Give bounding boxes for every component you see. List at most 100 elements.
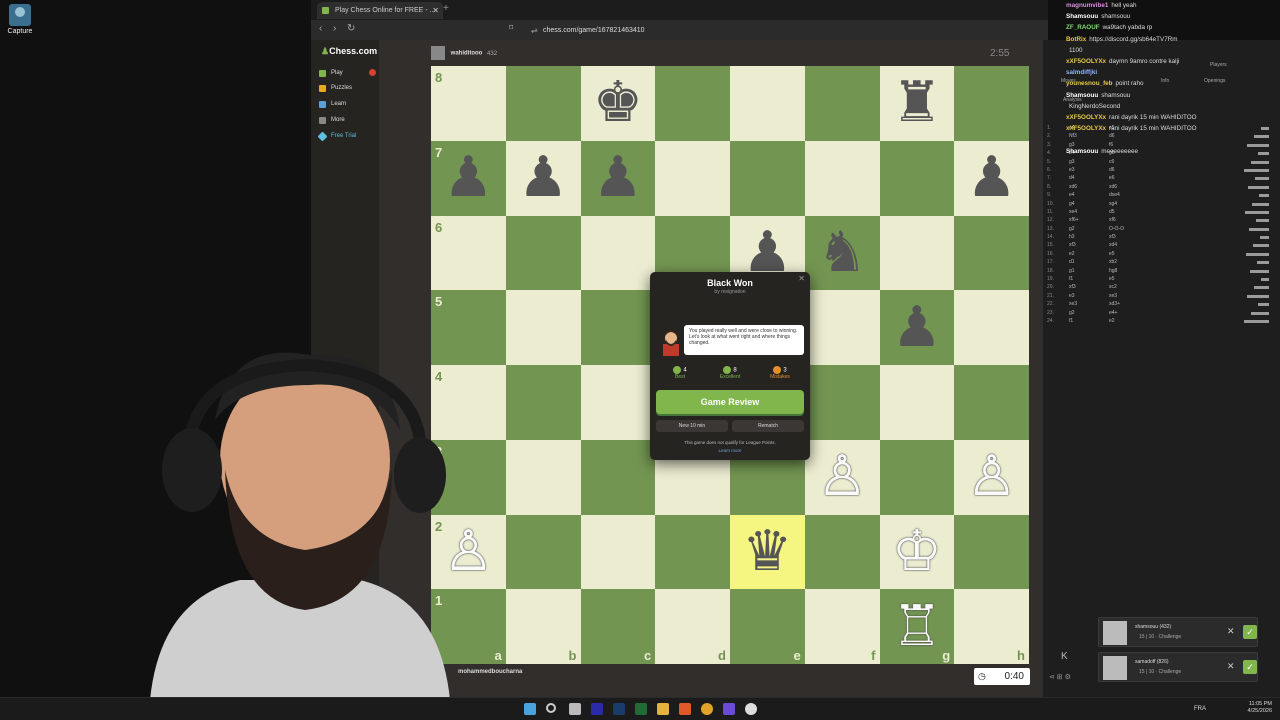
black-piece-icon[interactable]: ♜ (880, 66, 955, 141)
black-move[interactable]: xf3 (1109, 234, 1116, 240)
move-row[interactable]: 12. xf6+ xf6 (1043, 217, 1280, 225)
square-f5[interactable] (804, 290, 880, 365)
move-row[interactable]: 24. f1 e2 (1043, 318, 1280, 326)
rematch-button[interactable]: Rematch (732, 420, 804, 432)
white-piece-icon[interactable]: ♙ (954, 440, 1029, 515)
square-c7[interactable]: ♟ (580, 140, 656, 216)
black-move[interactable]: xd6 (1109, 184, 1117, 190)
decline-icon[interactable]: ✕ (1227, 626, 1235, 637)
square-h8[interactable] (954, 66, 1029, 141)
black-piece-icon[interactable]: ♟ (954, 141, 1029, 216)
white-move[interactable]: xf3 (1069, 284, 1076, 290)
move-row[interactable]: 10. g4 xg4 (1043, 201, 1280, 209)
white-piece-icon[interactable]: ♖ (880, 589, 955, 664)
move-row[interactable]: 11. xe4 d5 (1043, 209, 1280, 217)
move-row[interactable]: 6. e3 d6 (1043, 167, 1280, 175)
close-tab-icon[interactable]: ✕ (432, 2, 439, 19)
decline-icon[interactable]: ✕ (1227, 661, 1235, 672)
move-row[interactable]: 8. xd6 xd6 (1043, 184, 1280, 192)
address-bar[interactable]: ⇌ chess.com/game/167821463410 (531, 24, 911, 37)
accept-icon[interactable]: ✓ (1243, 625, 1257, 639)
move-row[interactable]: 16. e2 e5 (1043, 251, 1280, 259)
browser-tab[interactable]: Play Chess Online for FREE - ... ✕ (317, 2, 443, 19)
square-b4[interactable] (505, 365, 581, 440)
accept-icon[interactable]: ✓ (1243, 660, 1257, 674)
square-d2[interactable] (655, 514, 730, 590)
square-f2[interactable] (804, 514, 880, 590)
square-g7[interactable] (879, 140, 955, 216)
black-move[interactable]: e5 (1109, 276, 1115, 282)
black-move[interactable]: xd4 (1109, 242, 1117, 248)
square-c6[interactable] (580, 215, 656, 291)
first-move-icon[interactable]: K (1061, 651, 1068, 662)
square-d8[interactable] (655, 66, 730, 141)
square-h7[interactable]: ♟ (954, 140, 1029, 216)
square-h6[interactable] (954, 215, 1029, 291)
black-move[interactable]: O-O-O (1109, 226, 1124, 232)
search-icon[interactable] (546, 703, 556, 713)
square-a8[interactable]: 8 (431, 66, 506, 141)
language-indicator[interactable]: FRA (1194, 706, 1206, 712)
white-move[interactable]: g1 (1069, 268, 1075, 274)
forward-icon[interactable]: › (333, 23, 336, 34)
square-b3[interactable] (505, 439, 581, 515)
black-move[interactable]: e2 (1109, 318, 1115, 324)
black-piece-icon[interactable]: ♟ (431, 141, 506, 216)
square-f4[interactable] (804, 365, 880, 440)
white-move[interactable]: g2 (1069, 226, 1075, 232)
black-piece-icon[interactable]: ♛ (730, 515, 805, 590)
move-row[interactable]: 20. xf3 xc2 (1043, 284, 1280, 292)
system-clock[interactable]: 11:05 PM 4/25/2026 (1248, 701, 1272, 715)
white-move[interactable]: h3 (1069, 234, 1075, 240)
move-row[interactable]: 7. d4 e6 (1043, 175, 1280, 183)
white-piece-icon[interactable]: ♔ (880, 515, 955, 590)
square-c4[interactable] (580, 365, 656, 440)
white-move[interactable]: e3 (1069, 167, 1075, 173)
task-view-icon[interactable] (569, 703, 581, 715)
white-move[interactable]: xd6 (1069, 184, 1077, 190)
sidebar-item-puzzles[interactable]: Puzzles (319, 83, 352, 93)
black-move[interactable]: d5 (1109, 209, 1115, 215)
square-a7[interactable]: 7 ♟ (431, 140, 506, 216)
black-move[interactable]: xc2 (1109, 284, 1117, 290)
share-icon[interactable]: ⋖ ⊞ ⚙ (1049, 673, 1071, 681)
move-row[interactable]: 13. g2 O-O-O (1043, 226, 1280, 234)
square-g3[interactable] (879, 439, 955, 515)
square-g8[interactable]: ♜ (879, 66, 955, 141)
move-row[interactable]: 9. e4 dxe4 (1043, 192, 1280, 200)
square-d1[interactable]: d (655, 589, 730, 664)
move-row[interactable]: 21. e3 xe3 (1043, 293, 1280, 301)
black-move[interactable]: xf6 (1109, 217, 1116, 223)
square-g5[interactable]: ♟ (879, 290, 955, 365)
square-e8[interactable] (730, 66, 805, 141)
white-move[interactable]: e3 (1069, 293, 1075, 299)
top-player-name[interactable]: wahiditooo (451, 51, 483, 57)
white-move[interactable]: f1 (1069, 276, 1073, 282)
chrome-icon[interactable] (701, 703, 713, 715)
obs-icon[interactable] (745, 703, 757, 715)
bookmark-icon[interactable]: ⌑ (509, 23, 513, 32)
move-row[interactable]: 19. f1 e5 (1043, 276, 1280, 284)
square-f8[interactable] (804, 66, 880, 141)
chesscom-logo[interactable]: ♟Chess.com (321, 46, 377, 57)
white-move[interactable]: e2 (1069, 251, 1075, 257)
black-move[interactable]: hg8 (1109, 268, 1117, 274)
white-move[interactable]: xe3 (1069, 301, 1077, 307)
new-game-button[interactable]: New 10 min (656, 420, 728, 432)
square-g6[interactable] (879, 215, 955, 291)
move-row[interactable]: 23. g2 e4+ (1043, 310, 1280, 318)
black-move[interactable]: e5 (1109, 251, 1115, 257)
square-d7[interactable] (655, 140, 730, 216)
black-piece-icon[interactable]: ♟ (581, 141, 656, 216)
bottom-player-name[interactable]: mohammedboucharna (458, 669, 522, 675)
black-move[interactable]: xg4 (1109, 201, 1117, 207)
black-piece-icon[interactable]: ♟ (506, 141, 581, 216)
avatar[interactable] (431, 46, 445, 60)
square-f7[interactable] (804, 140, 880, 216)
black-move[interactable]: xd3+ (1109, 301, 1120, 307)
square-b5[interactable] (505, 290, 581, 365)
white-move[interactable]: xe4 (1069, 209, 1077, 215)
white-move[interactable]: xf3 (1069, 242, 1076, 248)
black-move[interactable]: e6 (1109, 175, 1115, 181)
brave-icon[interactable] (679, 703, 691, 715)
